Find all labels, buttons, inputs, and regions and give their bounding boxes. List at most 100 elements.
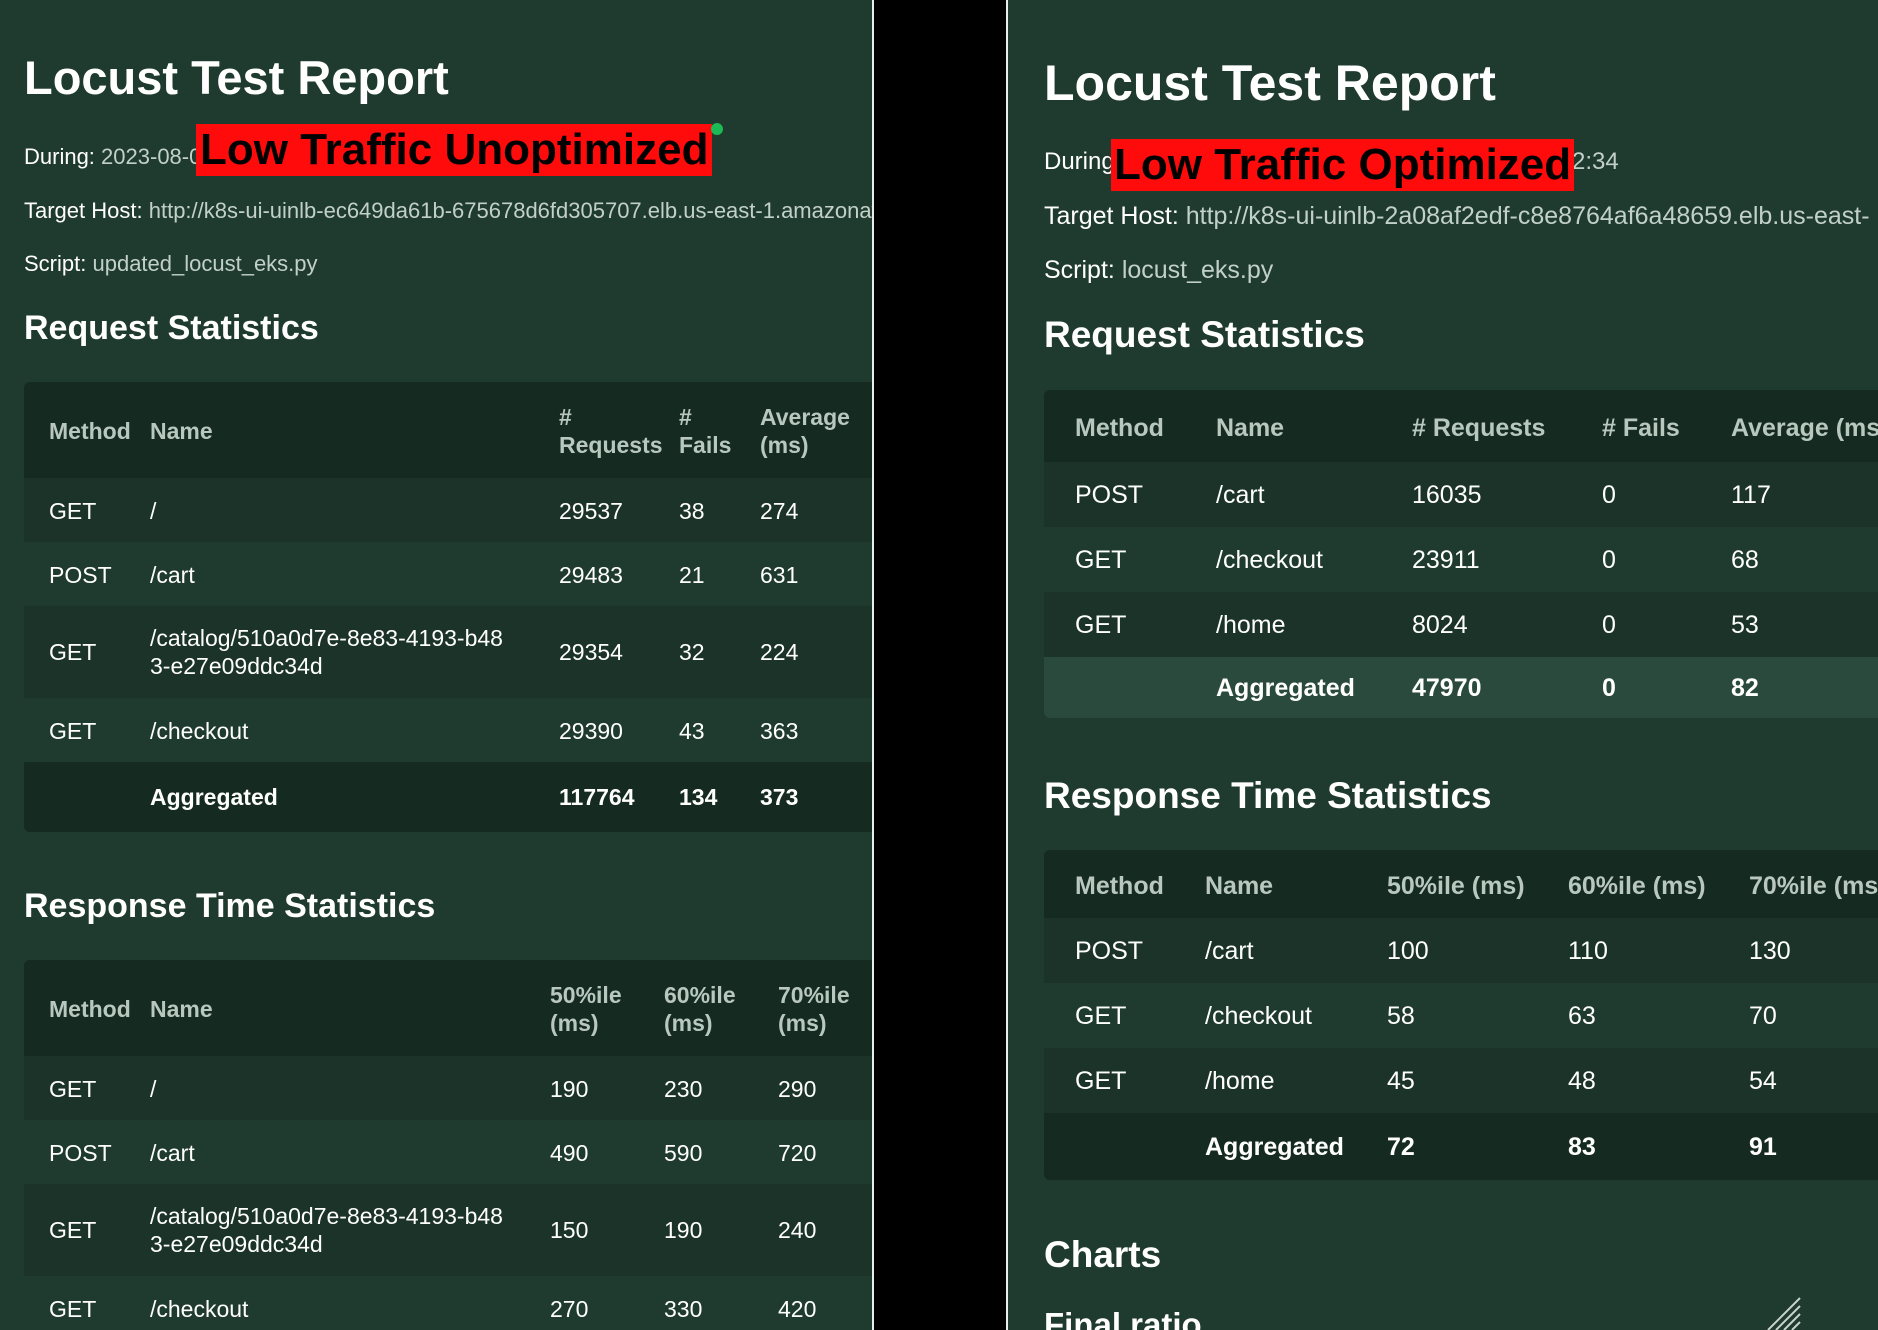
column-header-fails: # Fails bbox=[1602, 414, 1680, 442]
p70-cell: 54 bbox=[1749, 1067, 1777, 1095]
table-row[interactable]: GET / 190 230 290 bbox=[24, 1056, 872, 1120]
response-time-statistics-heading: Response Time Statistics bbox=[1044, 775, 1492, 816]
overlay-label: Low Traffic Unoptimized bbox=[196, 124, 713, 176]
target-host-line: Target Host: http://k8s-ui-uinlb-ec649da… bbox=[24, 198, 872, 224]
fails-cell: 38 bbox=[679, 498, 705, 524]
average-cell: 53 bbox=[1731, 611, 1759, 639]
table-row[interactable]: GET /checkout 29390 43 363 bbox=[24, 698, 872, 762]
left-report-panel: Locust Test Report During: 2023-08-01 Lo… bbox=[0, 0, 872, 1330]
method-cell: POST bbox=[49, 562, 112, 588]
method-cell: GET bbox=[1075, 1002, 1127, 1030]
column-header-p70: 70%ile (ms) bbox=[778, 982, 850, 1036]
p60-cell: 190 bbox=[664, 1217, 703, 1243]
column-header-p70: 70%ile (ms bbox=[1749, 872, 1878, 900]
table-row[interactable]: POST /cart 29483 21 631 bbox=[24, 542, 872, 606]
name-cell: /cart bbox=[1205, 937, 1254, 965]
p50-cell: 270 bbox=[550, 1296, 589, 1322]
method-cell: GET bbox=[1075, 1067, 1127, 1095]
final-ratio-heading: Final ratio bbox=[1044, 1306, 1202, 1330]
target-host-link[interactable]: http://k8s-ui-uinlb-ec649da61b-675678d6f… bbox=[149, 198, 872, 223]
table-row[interactable]: GET /checkout 23911 0 68 bbox=[1044, 527, 1878, 592]
p50-cell: 58 bbox=[1387, 1002, 1415, 1030]
script-value: updated_locust_eks.py bbox=[92, 251, 318, 276]
script-label: Script: bbox=[1044, 256, 1115, 284]
table-row[interactable]: POST /cart 100 110 130 bbox=[1044, 918, 1878, 983]
method-cell: GET bbox=[49, 1076, 97, 1102]
table-row[interactable]: GET /checkout 58 63 70 bbox=[1044, 983, 1878, 1048]
column-header-name: Name bbox=[1216, 414, 1285, 442]
name-cell: /cart bbox=[1216, 481, 1265, 509]
table-row[interactable]: GET /home 45 48 54 bbox=[1044, 1048, 1878, 1113]
request-statistics-heading: Request Statistics bbox=[1044, 314, 1365, 355]
script-line: Script: locust_eks.py bbox=[1044, 256, 1273, 285]
fails-cell: 0 bbox=[1602, 611, 1616, 639]
during-line: During: 2023-08-01 bbox=[24, 144, 214, 170]
name-cell: / bbox=[150, 1076, 157, 1102]
method-cell: GET bbox=[49, 718, 97, 744]
average-cell: 373 bbox=[760, 784, 799, 810]
method-cell: POST bbox=[49, 1140, 112, 1166]
fails-cell: 0 bbox=[1602, 674, 1616, 702]
fails-cell: 0 bbox=[1602, 481, 1616, 509]
p50-cell: 490 bbox=[550, 1140, 589, 1166]
report-title: Locust Test Report bbox=[1044, 55, 1496, 111]
aggregated-row[interactable]: Aggregated 72 83 91 bbox=[1044, 1113, 1878, 1180]
column-header-method: Method bbox=[1075, 872, 1164, 900]
table-row[interactable]: POST /cart 16035 0 117 bbox=[1044, 462, 1878, 527]
method-cell: POST bbox=[1075, 937, 1144, 965]
name-cell: /home bbox=[1205, 1067, 1275, 1095]
aggregated-row[interactable]: Aggregated 47970 0 82 bbox=[1044, 657, 1878, 718]
method-cell: GET bbox=[1075, 611, 1127, 639]
requests-cell: 8024 bbox=[1412, 611, 1468, 639]
table-row[interactable]: GET / 29537 38 274 bbox=[24, 478, 872, 542]
method-cell: GET bbox=[49, 498, 97, 524]
response-time-table: Method Name 50%ile (ms) 60%ile (ms) 70%i… bbox=[24, 960, 872, 1330]
method-cell: GET bbox=[49, 1296, 97, 1322]
table-row[interactable]: GET /catalog/510a0d7e-8e83-4193-b483-e27… bbox=[24, 1184, 872, 1276]
during-line: During bbox=[1044, 148, 1115, 176]
p50-cell: 190 bbox=[550, 1076, 589, 1102]
method-cell: GET bbox=[1075, 546, 1127, 574]
left-divider bbox=[872, 0, 874, 1330]
average-cell: 117 bbox=[1731, 481, 1771, 509]
requests-cell: 29390 bbox=[559, 718, 623, 744]
table-row[interactable]: GET /home 8024 0 53 bbox=[1044, 592, 1878, 657]
p70-cell: 130 bbox=[1749, 937, 1791, 965]
during-label: During: bbox=[24, 144, 95, 169]
column-header-average: Average (ms bbox=[1731, 414, 1878, 442]
column-header-fails: # Fails bbox=[679, 404, 732, 458]
name-cell: /catalog/510a0d7e-8e83-4193-b483-e27e09d… bbox=[150, 1203, 503, 1257]
aggregated-row[interactable]: Aggregated 117764 134 373 bbox=[24, 762, 872, 832]
p60-cell: 63 bbox=[1568, 1002, 1596, 1030]
requests-cell: 47970 bbox=[1412, 674, 1482, 702]
name-cell: /home bbox=[1216, 611, 1286, 639]
column-header-method: Method bbox=[1075, 414, 1164, 442]
script-value: locust_eks.py bbox=[1121, 256, 1274, 284]
average-cell: 363 bbox=[760, 718, 799, 744]
p60-cell: 48 bbox=[1568, 1067, 1596, 1095]
target-host-link[interactable]: http://k8s-ui-uinlb-2a08af2edf-c8e8764af… bbox=[1186, 202, 1870, 230]
column-header-name: Name bbox=[150, 418, 213, 444]
green-dot-icon bbox=[711, 123, 723, 135]
table-row[interactable]: POST /cart 490 590 720 bbox=[24, 1120, 872, 1184]
during-value-visible: 2:34 bbox=[1572, 148, 1619, 176]
column-header-requests: # Requests bbox=[559, 404, 663, 458]
during-label: During bbox=[1044, 148, 1115, 175]
table-row[interactable]: GET /catalog/510a0d7e-8e83-4193-b483-e27… bbox=[24, 606, 872, 698]
table-row[interactable]: GET /checkout 270 330 420 bbox=[24, 1276, 872, 1330]
requests-cell: 16035 bbox=[1412, 481, 1482, 509]
fails-cell: 43 bbox=[679, 718, 705, 744]
resize-handle-icon[interactable] bbox=[1762, 1292, 1802, 1330]
fails-cell: 0 bbox=[1602, 546, 1616, 574]
fails-cell: 21 bbox=[679, 562, 705, 588]
report-title: Locust Test Report bbox=[24, 51, 449, 104]
average-cell: 631 bbox=[760, 562, 799, 588]
p60-cell: 110 bbox=[1568, 937, 1608, 965]
name-cell: Aggregated bbox=[1205, 1133, 1344, 1161]
requests-cell: 29483 bbox=[559, 562, 623, 588]
column-header-requests: # Requests bbox=[1412, 414, 1546, 442]
right-report-panel: Locust Test Report During 2:34 Low Traff… bbox=[1008, 0, 1878, 1330]
p50-cell: 150 bbox=[550, 1217, 589, 1243]
p60-cell: 330 bbox=[664, 1296, 703, 1322]
column-header-name: Name bbox=[1205, 872, 1274, 900]
